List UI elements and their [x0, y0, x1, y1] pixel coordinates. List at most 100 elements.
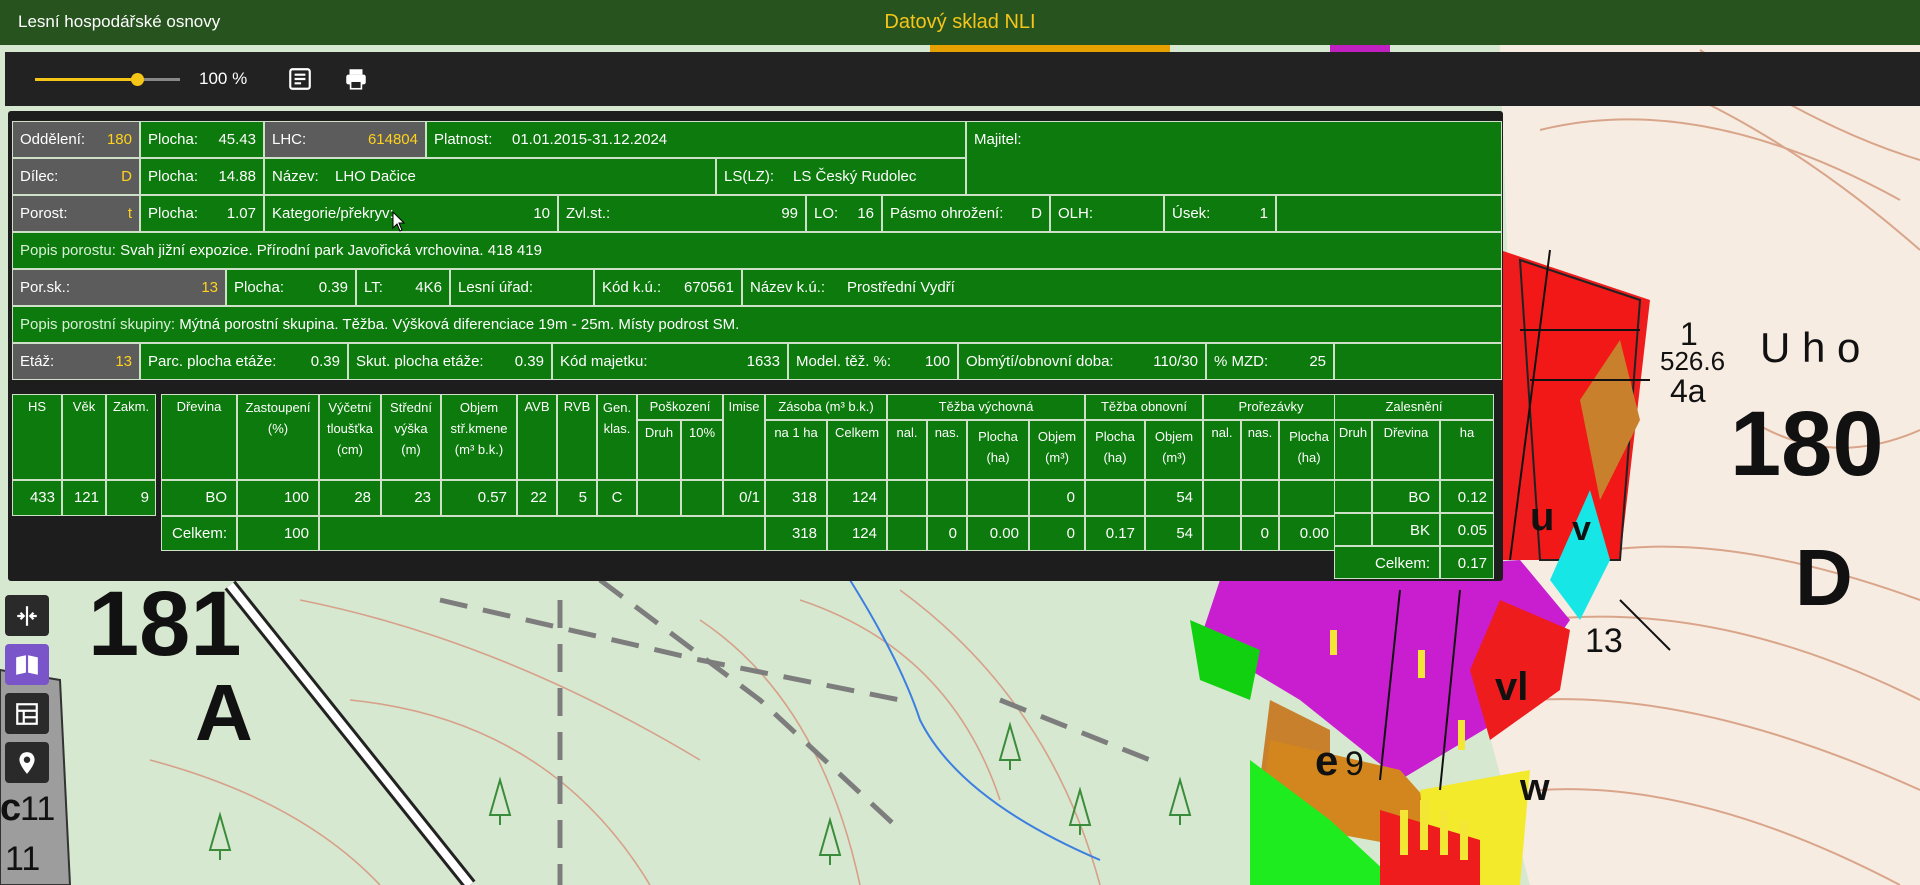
lhc-cell: LHC: 614804	[264, 121, 426, 158]
zal-row2-ha: 0.05	[1440, 513, 1494, 546]
row-tv-plocha	[967, 480, 1029, 516]
map-label-A: A	[195, 668, 253, 757]
location-button[interactable]	[5, 742, 49, 783]
map-label-w: w	[1519, 767, 1550, 809]
map-label-9: 9	[1345, 745, 1364, 783]
to-objem-header: Objem (m³)	[1145, 420, 1203, 480]
stredni-header: Střední výška (m)	[381, 394, 441, 480]
split-view-button[interactable]	[5, 595, 49, 636]
kodku-cell: Kód k.ú.: 670561	[594, 269, 742, 306]
skut-plocha-cell: Skut. plocha etáže: 0.39	[348, 343, 552, 380]
pr-nas-header: nas.	[1241, 420, 1279, 480]
row-to-plocha	[1085, 480, 1145, 516]
avb-header: AVB	[517, 394, 557, 480]
tezba-obnovni-header: Těžba obnovní	[1085, 394, 1203, 420]
map-label-v: v	[1572, 510, 1591, 548]
poskozeni-10-header: 10%	[681, 420, 723, 480]
row-gen: C	[597, 480, 637, 516]
map-label-u: u	[1530, 495, 1554, 539]
total-pr-nal	[1203, 516, 1241, 551]
tezba-vychovna-header: Těžba výchovná	[887, 394, 1085, 420]
total-blank	[319, 516, 765, 551]
plocha-porost-cell: Plocha: 1.07	[140, 195, 264, 232]
row-to-objem: 54	[1145, 480, 1203, 516]
zoom-label: 100 %	[199, 69, 248, 88]
tv-plocha-header: Plocha (ha)	[967, 420, 1029, 480]
total-pr-plocha: 0.00	[1279, 516, 1339, 551]
total-tv-plocha: 0.00	[967, 516, 1029, 551]
row-10	[681, 480, 723, 516]
imise-header: Imise	[723, 394, 765, 480]
layers-table-button[interactable]	[5, 693, 49, 734]
zal-row1-drevina: BO	[1372, 480, 1440, 513]
tv-nas-header: nas.	[927, 420, 967, 480]
dilec-cell: Dílec: D	[12, 158, 140, 195]
map-book-button[interactable]	[5, 644, 49, 685]
map-book-icon	[16, 655, 38, 675]
mzd-cell: % MZD: 25	[1206, 343, 1334, 380]
zal-druh-header: Druh	[1334, 420, 1372, 480]
poskozeni-header: Poškození	[637, 394, 723, 420]
zal-drevina-header: Dřevina	[1372, 420, 1440, 480]
notes-icon[interactable]	[287, 66, 313, 92]
empty-cell-2	[1334, 343, 1502, 380]
row-rvb: 5	[557, 480, 597, 516]
oddeleni-value: 180	[106, 131, 132, 148]
map-label-1: 1	[1680, 316, 1698, 352]
zal-row2-druh	[1334, 513, 1372, 546]
toolbar: 100 %	[5, 52, 1920, 106]
center-title: Datový sklad NLI	[884, 11, 1036, 33]
zakm-value: 9	[106, 480, 156, 516]
to-plocha-header: Plocha (ha)	[1085, 420, 1145, 480]
zal-row2-drevina: BK	[1372, 513, 1440, 546]
split-icon	[17, 606, 37, 626]
total-zastoupeni: 100	[237, 516, 319, 551]
hs-header: HS	[12, 394, 62, 480]
total-tv-objem: 0	[1029, 516, 1085, 551]
total-label: Celkem:	[161, 516, 237, 551]
print-icon[interactable]	[343, 66, 369, 92]
usek-cell: Úsek: 1	[1164, 195, 1276, 232]
plocha-oddeleni-cell: Plocha: 45.43	[140, 121, 264, 158]
row-objem: 0.57	[441, 480, 517, 516]
nazev-cell: Název: LHO Dačice	[264, 158, 716, 195]
info-panel: Oddělení: 180 Plocha: 45.43 LHC: 614804 Pla…	[8, 111, 1503, 581]
drevina-header: Dřevina	[161, 394, 237, 480]
popis-skupiny-value: Mýtná porostní skupina. Těžba. Výšková d…	[179, 316, 740, 333]
map-label-11: 11	[20, 790, 55, 828]
row-stredni: 23	[381, 480, 441, 516]
plocha-porsk-cell: Plocha: 0.39	[226, 269, 356, 306]
zasoba-celkem-header: Celkem	[827, 420, 887, 480]
druh-header: Druh	[637, 420, 681, 480]
row-na1ha: 318	[765, 480, 827, 516]
empty-cell	[1276, 195, 1502, 232]
zoom-slider-thumb[interactable]	[130, 73, 144, 86]
map-label-uho: U h o	[1760, 324, 1860, 371]
row-tv-objem: 0	[1029, 480, 1085, 516]
pr-nal-header: nal.	[1203, 420, 1241, 480]
zal-row1-druh	[1334, 480, 1372, 513]
row-drevina: BO	[161, 480, 237, 516]
tv-objem-header: Objem (m³)	[1029, 420, 1085, 480]
zastoupeni-header: Zastoupení (%)	[237, 394, 319, 480]
total-na1ha: 318	[765, 516, 827, 551]
row-imise: 0/1	[723, 480, 765, 516]
row-zastoupeni: 100	[237, 480, 319, 516]
lo-cell: LO: 16	[806, 195, 882, 232]
zoom-slider[interactable]	[35, 73, 180, 86]
layers-table-icon	[16, 703, 38, 725]
total-to-objem: 54	[1145, 516, 1203, 551]
row-druh	[637, 480, 681, 516]
map-label-180: 180	[1730, 393, 1884, 495]
na1ha-header: na 1 ha	[765, 420, 827, 480]
etaz-cell: Etáž: 13	[12, 343, 140, 380]
nazevku-cell: Název k.ú.: Prostřední Vydří	[742, 269, 1502, 306]
popis-porostu-cell: Popis porostu: Svah jižní expozice. Přír…	[12, 232, 1502, 269]
zal-ha-header: ha	[1440, 420, 1494, 480]
row-avb: 22	[517, 480, 557, 516]
lesni-urad-cell: Lesní úřad:	[450, 269, 594, 306]
total-to-plocha: 0.17	[1085, 516, 1145, 551]
map-label-c: c	[0, 787, 21, 829]
total-tv-nas: 0	[927, 516, 967, 551]
total-celkem: 124	[827, 516, 887, 551]
